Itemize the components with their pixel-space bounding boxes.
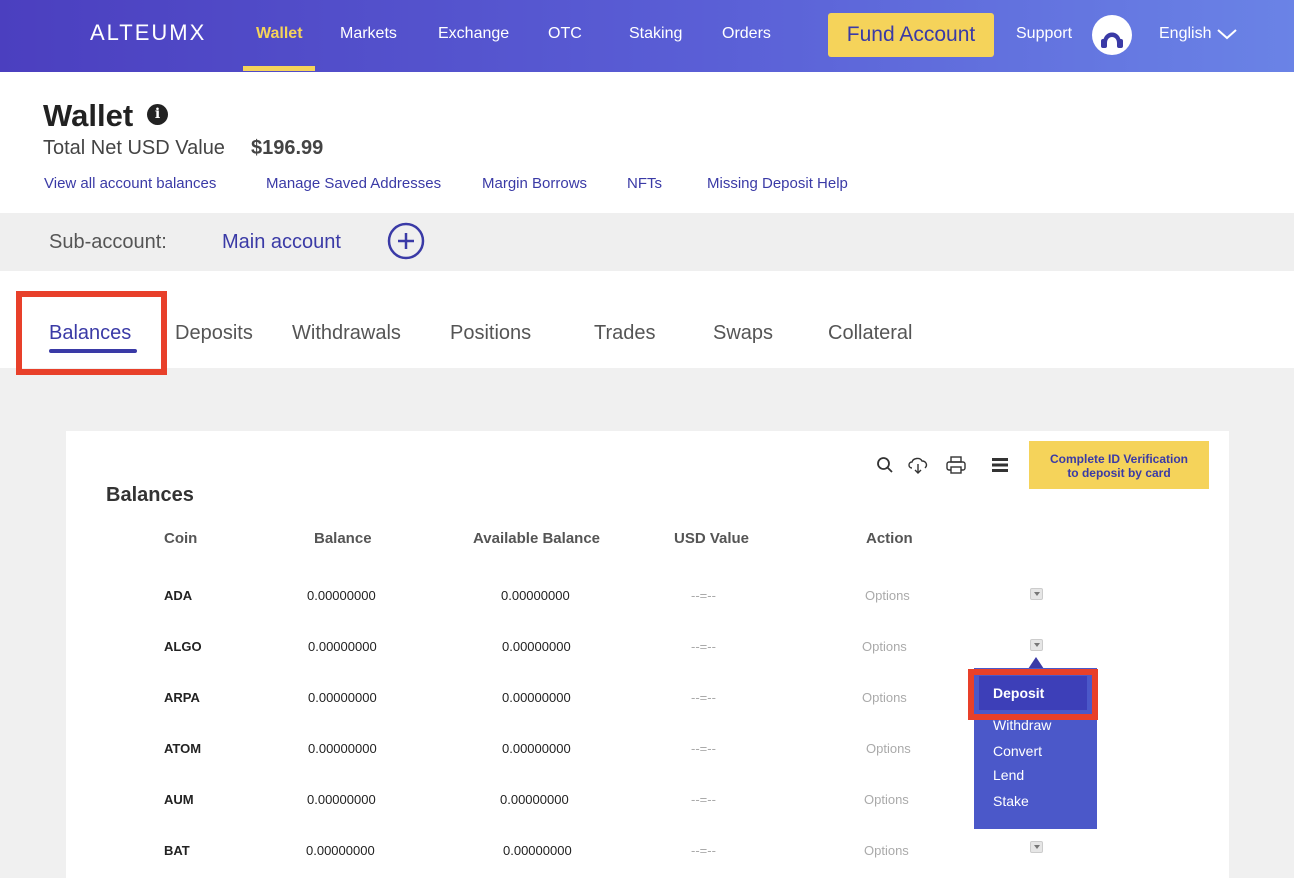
- balance-value: 0.00000000: [308, 690, 377, 705]
- link-view-all-balances[interactable]: View all account balances: [44, 175, 216, 192]
- col-usd-value[interactable]: USD Value: [674, 530, 749, 547]
- nav-markets[interactable]: Markets: [340, 25, 397, 43]
- tab-collateral[interactable]: Collateral: [828, 322, 912, 345]
- info-icon[interactable]: i: [147, 104, 168, 125]
- net-value: $196.99: [251, 137, 324, 159]
- chevron-down-icon[interactable]: [1216, 27, 1238, 41]
- nav-support[interactable]: Support: [1016, 25, 1072, 43]
- usd-value: --=--: [691, 690, 716, 705]
- verify-id-line2: to deposit by card: [1067, 466, 1171, 480]
- coin-name: AUM: [164, 792, 194, 807]
- top-navigation: ALTEUMX Wallet Markets Exchange OTC Stak…: [0, 0, 1294, 72]
- usd-value: --=--: [691, 639, 716, 654]
- tab-swaps[interactable]: Swaps: [713, 322, 773, 345]
- caret-down-icon[interactable]: [1030, 588, 1043, 600]
- menu-item-lend[interactable]: Lend: [993, 767, 1024, 783]
- usd-value: --=--: [691, 588, 716, 603]
- search-icon[interactable]: [876, 456, 894, 474]
- tab-withdrawals[interactable]: Withdrawals: [292, 322, 401, 345]
- verify-id-button[interactable]: Complete ID Verification to deposit by c…: [1029, 441, 1209, 489]
- deposit-highlight: [968, 669, 1098, 720]
- usd-value: --=--: [691, 741, 716, 756]
- nav-active-indicator: [243, 66, 315, 71]
- options-button[interactable]: Options: [866, 741, 911, 757]
- cloud-download-icon[interactable]: [907, 456, 929, 474]
- link-nfts[interactable]: NFTs: [627, 175, 662, 192]
- balance-value: 0.00000000: [308, 741, 377, 756]
- verify-id-line1: Complete ID Verification: [1049, 452, 1189, 466]
- balances-title: Balances: [106, 484, 194, 506]
- caret-down-icon[interactable]: [1030, 639, 1043, 651]
- options-button[interactable]: Options: [862, 639, 907, 655]
- col-coin[interactable]: Coin: [164, 530, 197, 547]
- avatar[interactable]: [1092, 15, 1132, 55]
- plus-circle-icon[interactable]: [387, 222, 425, 260]
- language-selector[interactable]: English: [1159, 25, 1211, 43]
- print-icon[interactable]: [946, 456, 966, 474]
- available-value: 0.00000000: [502, 639, 571, 654]
- coin-name: ADA: [164, 588, 193, 603]
- subaccount-bar: Sub-account: Main account: [0, 213, 1294, 271]
- options-button[interactable]: Options: [865, 588, 910, 604]
- col-available-balance[interactable]: Available Balance: [473, 530, 600, 547]
- col-balance[interactable]: Balance: [314, 530, 372, 547]
- link-margin-borrows[interactable]: Margin Borrows: [482, 175, 587, 192]
- coin-name: ALGO: [164, 639, 202, 654]
- table-row: BAT 0.00000000 0.00000000 --=-- Options: [66, 841, 1229, 878]
- balance-value: 0.00000000: [307, 792, 376, 807]
- table-row: ADA 0.00000000 0.00000000 --=-- Options: [66, 588, 1229, 639]
- tab-trades[interactable]: Trades: [594, 322, 656, 345]
- coin-name: ARPA: [164, 690, 200, 705]
- menu-item-stake[interactable]: Stake: [993, 793, 1029, 809]
- link-missing-deposit-help[interactable]: Missing Deposit Help: [707, 175, 848, 192]
- available-value: 0.00000000: [502, 690, 571, 705]
- balance-value: 0.00000000: [306, 843, 375, 858]
- wallet-tabs: Balances Deposits Withdrawals Positions …: [0, 271, 1294, 375]
- options-button[interactable]: Options: [864, 792, 909, 808]
- options-button[interactable]: Options: [864, 843, 909, 859]
- available-value: 0.00000000: [501, 588, 570, 603]
- options-button[interactable]: Options: [862, 690, 907, 706]
- tab-deposits[interactable]: Deposits: [175, 322, 253, 345]
- link-saved-addresses[interactable]: Manage Saved Addresses: [266, 175, 441, 192]
- avatar-icon: [1101, 32, 1123, 48]
- balances-tab-highlight: [16, 291, 167, 375]
- nav-exchange[interactable]: Exchange: [438, 25, 509, 43]
- page-title: Wallet: [43, 98, 134, 133]
- balance-value: 0.00000000: [307, 588, 376, 603]
- usd-value: --=--: [691, 792, 716, 807]
- caret-down-icon[interactable]: [1030, 841, 1043, 853]
- menu-item-convert[interactable]: Convert: [993, 743, 1042, 759]
- brand-logo[interactable]: ALTEUMX: [90, 20, 206, 46]
- available-value: 0.00000000: [503, 843, 572, 858]
- coin-name: BAT: [164, 843, 190, 858]
- nav-otc[interactable]: OTC: [548, 25, 582, 43]
- tab-positions[interactable]: Positions: [450, 322, 531, 345]
- available-value: 0.00000000: [500, 792, 569, 807]
- net-value-label: Total Net USD Value: [43, 137, 225, 159]
- menu-icon[interactable]: [991, 456, 1009, 474]
- coin-name: ATOM: [164, 741, 202, 756]
- available-value: 0.00000000: [502, 741, 571, 756]
- nav-staking[interactable]: Staking: [629, 25, 682, 43]
- subaccount-selector[interactable]: Main account: [222, 231, 341, 254]
- fund-account-button[interactable]: Fund Account: [828, 13, 994, 57]
- subaccount-label: Sub-account:: [49, 231, 167, 253]
- nav-wallet[interactable]: Wallet: [256, 25, 303, 43]
- col-action: Action: [866, 530, 913, 547]
- wallet-header: Wallet i Total Net USD Value $196.99 Vie…: [0, 72, 1294, 213]
- nav-orders[interactable]: Orders: [722, 25, 771, 43]
- usd-value: --=--: [691, 843, 716, 858]
- balance-value: 0.00000000: [308, 639, 377, 654]
